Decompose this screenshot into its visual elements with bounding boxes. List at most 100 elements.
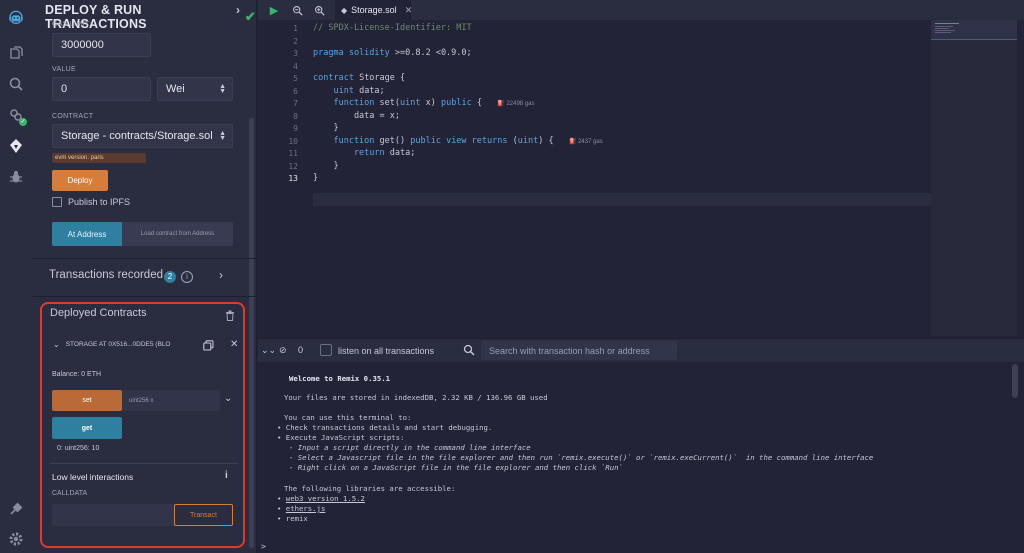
zoom-out-icon[interactable]: [290, 3, 304, 17]
calldata-input[interactable]: [52, 504, 174, 526]
value-unit-select[interactable]: Wei ▲ ▼: [157, 77, 233, 101]
search-icon[interactable]: [5, 73, 27, 95]
line-number: 9: [293, 124, 298, 133]
compiled-check-icon: ✓: [19, 118, 27, 126]
line-number: 10: [288, 137, 298, 146]
transaction-search-input[interactable]: Search with transaction hash or address: [481, 341, 677, 360]
chevron-right-icon[interactable]: ›: [236, 3, 240, 17]
terminal-toolbar: ⌄⌄ ⊘ 0 listen on all transactions Search…: [258, 338, 1024, 362]
line-number: 3: [293, 49, 298, 58]
code-text: Storage {: [353, 73, 406, 83]
gas-estimate: ⛽ 22498 gas: [497, 101, 535, 107]
line-number: 6: [293, 87, 298, 96]
contract-label: CONTRACT: [52, 113, 94, 120]
terminal-line: You can use this terminal to:: [284, 413, 412, 422]
icon-rail: ✓: [0, 0, 32, 553]
terminal-output[interactable]: Welcome to Remix 0.35.1 Your files are s…: [258, 362, 1024, 553]
chevron-down-icon[interactable]: ⌄: [224, 393, 232, 404]
set-button[interactable]: set: [52, 390, 122, 411]
terminal-line: The following libraries are accessible:: [284, 484, 456, 493]
line-number: 12: [288, 162, 298, 171]
terminal-line: Check transactions details and start deb…: [285, 423, 493, 432]
publish-ipfs-checkbox[interactable]: [52, 197, 62, 207]
file-explorer-icon[interactable]: [5, 42, 27, 64]
clear-console-icon[interactable]: ⊘: [279, 345, 287, 356]
plugin-manager-icon[interactable]: [5, 498, 27, 520]
set-input[interactable]: uint256 x: [122, 390, 220, 411]
contract-select[interactable]: Storage - contracts/Storage.sol ▲ ▼: [52, 124, 233, 148]
trash-icon[interactable]: [225, 310, 235, 321]
value-input[interactable]: 0: [52, 77, 151, 101]
chevron-down-icon[interactable]: ⌄: [53, 340, 60, 349]
info-icon[interactable]: i: [181, 271, 193, 283]
line-number: 4: [293, 62, 298, 71]
web3-link[interactable]: web3 version 1.5.2: [286, 494, 365, 503]
remix-ide: ✓ DEPLOY & RUN TRANSACTIONS ✔ › GAS LIMI…: [0, 0, 1024, 553]
code-keyword: pragma solidity: [313, 48, 390, 58]
listen-all-tx-checkbox[interactable]: [320, 344, 332, 356]
terminal-line: Welcome to Remix 0.35.1: [289, 374, 391, 383]
load-contract-address-input[interactable]: Load contract from Address: [122, 222, 233, 246]
close-tab-icon[interactable]: ✕: [405, 5, 413, 16]
settings-gear-icon[interactable]: [5, 528, 27, 550]
run-play-icon[interactable]: ▶: [267, 3, 281, 17]
ethers-link[interactable]: ethers.js: [286, 504, 326, 513]
transact-button[interactable]: Transact: [174, 504, 233, 526]
code-text: get(): [374, 136, 411, 146]
code-line: contract Storage {: [313, 73, 405, 83]
deploy-button[interactable]: Deploy: [52, 170, 108, 191]
code-text: }: [313, 123, 339, 133]
select-arrows-icon: ▲ ▼: [219, 83, 226, 95]
copy-icon[interactable]: [203, 340, 214, 351]
balance-text: Balance: 0 ETH: [52, 371, 102, 378]
line-number: 2: [293, 37, 298, 46]
info-icon[interactable]: i: [225, 470, 228, 481]
code-keyword: function: [313, 98, 375, 108]
code-type: uint: [400, 98, 421, 108]
deploy-run-icon[interactable]: [5, 135, 27, 157]
tab-storage-sol[interactable]: ◆ Storage.sol ✕: [335, 0, 413, 20]
collapse-terminal-icon[interactable]: ⌄⌄: [261, 345, 276, 356]
divider: [32, 258, 257, 259]
code-keyword: public view returns: [410, 136, 508, 146]
code-text: (: [507, 136, 518, 146]
terminal-prompt[interactable]: >: [261, 542, 266, 551]
gas-estimate: ⛽ 2437 gas: [568, 139, 603, 145]
minimap-line: [935, 28, 949, 29]
code-line: }: [313, 173, 318, 183]
code-keyword: public: [440, 98, 472, 108]
terminal-bullet: • web3 version 1.5.2: [277, 494, 365, 503]
low-level-interactions-title: Low level interactions: [52, 472, 134, 482]
current-line-highlight: [313, 193, 985, 206]
zoom-in-icon[interactable]: [312, 3, 326, 17]
terminal-scrollbar[interactable]: [1012, 364, 1018, 398]
code-text: x): [420, 98, 441, 108]
deployed-contracts-title: Deployed Contracts: [50, 307, 147, 319]
debugger-icon[interactable]: [5, 166, 27, 188]
gas-estimate-text: 2437 gas: [578, 139, 603, 145]
search-icon: [463, 344, 475, 356]
code-line: }: [313, 161, 338, 171]
chevron-right-icon[interactable]: ›: [219, 268, 223, 282]
contract-instance-header[interactable]: ⌄ STORAGE AT 0X516...0DDE5 (BLO: [53, 340, 170, 349]
code-line: function get() public view returns (uint…: [313, 136, 603, 146]
code-minimap[interactable]: [931, 20, 1017, 336]
close-icon[interactable]: ✕: [230, 339, 238, 350]
gas-estimate-text: 22498 gas: [506, 101, 535, 107]
divider: [32, 296, 257, 297]
divider: [50, 463, 238, 464]
code-text: data;: [353, 86, 385, 96]
code-line: uint data;: [313, 86, 385, 96]
panel-scrollbar[interactable]: [249, 118, 254, 548]
solidity-compiler-icon[interactable]: ✓: [5, 104, 27, 126]
terminal-line: - Right click on a JavaScript file in th…: [289, 463, 623, 472]
value-unit-text: Wei: [166, 83, 185, 95]
get-button[interactable]: get: [52, 417, 122, 439]
code-editor[interactable]: 1 2 3 4 5 6 7 8 9 10 11 12 13 // SPDX-Li…: [258, 20, 1024, 336]
at-address-button[interactable]: At Address: [52, 222, 122, 246]
check-icon: ✔: [244, 9, 256, 24]
gas-limit-input[interactable]: 3000000: [52, 33, 151, 57]
transactions-recorded-label[interactable]: Transactions recorded: [49, 269, 163, 281]
pending-tx-count: 0: [298, 345, 304, 355]
remix-logo-icon[interactable]: [4, 6, 28, 30]
